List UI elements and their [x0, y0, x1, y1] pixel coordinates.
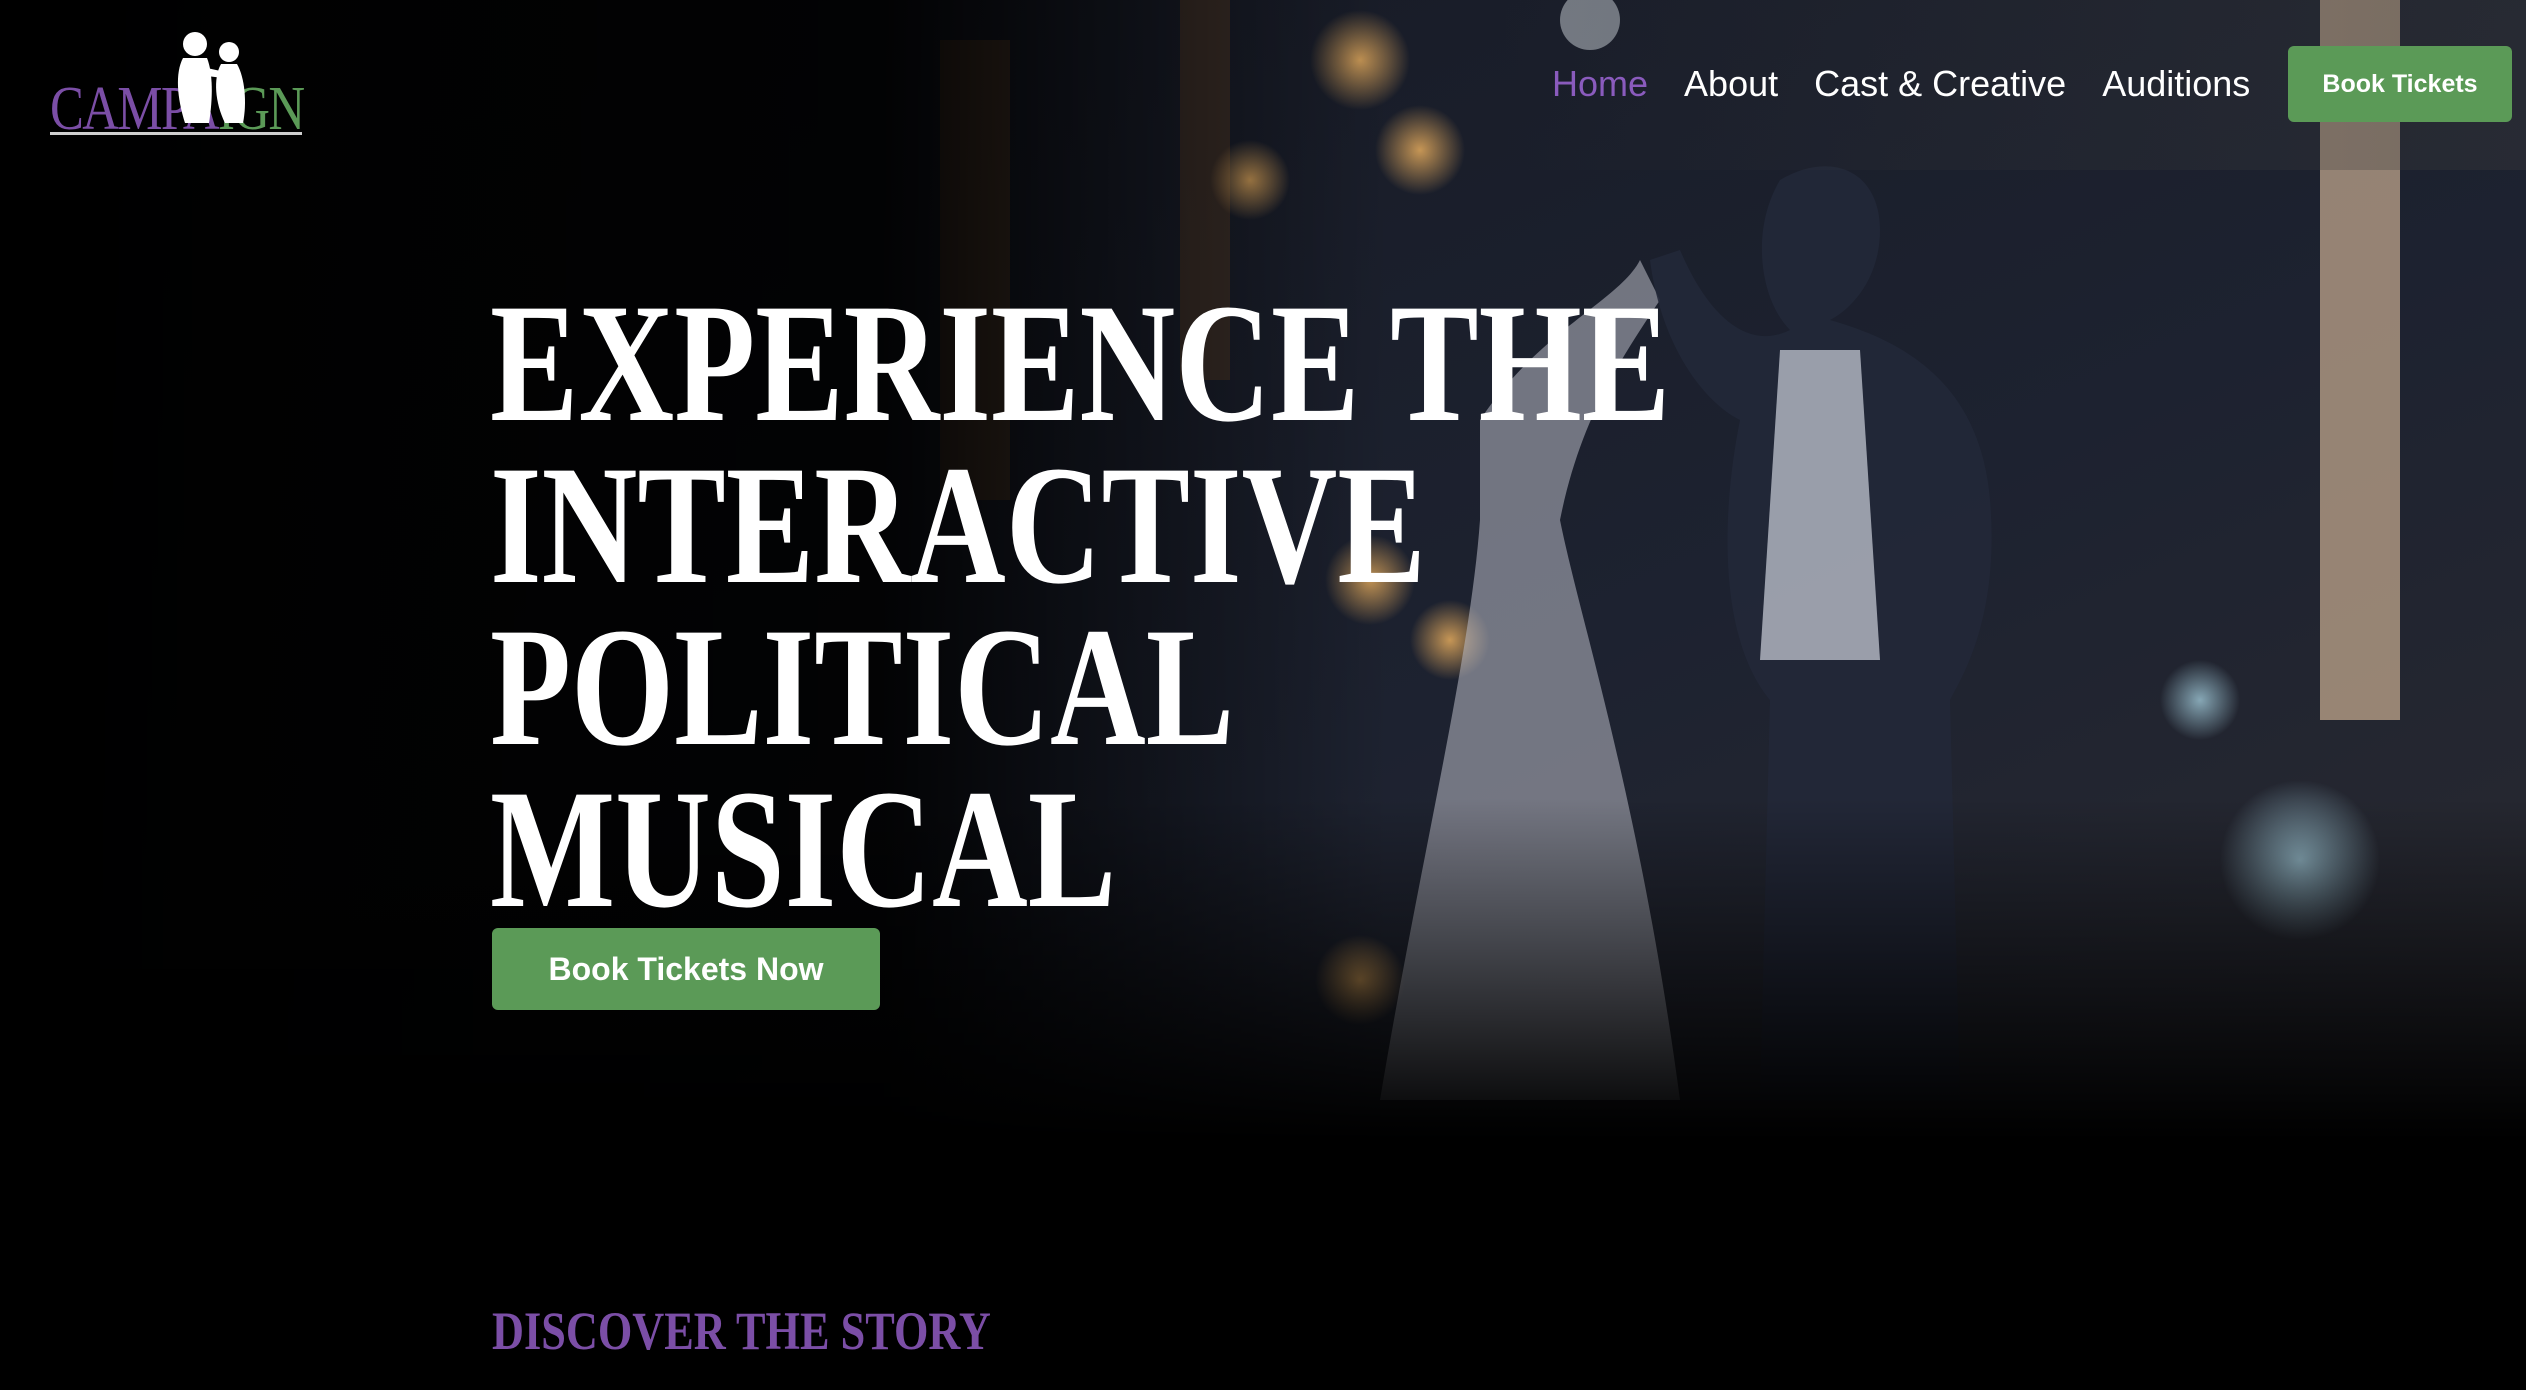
headline-line-1: EXPERIENCE THE: [490, 269, 1671, 457]
headline-line-4: MUSICAL: [490, 755, 1117, 943]
headline-line-3: POLITICAL: [490, 593, 1235, 781]
hero-headline: EXPERIENCE THE INTERACTIVE POLITICAL MUS…: [490, 269, 1690, 943]
nav-home[interactable]: Home: [1552, 62, 1648, 106]
main-nav: Home About Cast & Creative Auditions: [1552, 62, 2286, 106]
logo-underline: [50, 132, 302, 135]
headline-line-2: INTERACTIVE: [490, 431, 1426, 619]
book-tickets-now-button[interactable]: Book Tickets Now: [492, 928, 880, 1010]
couple-silhouette-icon: [155, 28, 265, 138]
site-header: CAMPAIGN Home About Cast & Creative Audi…: [0, 0, 2526, 170]
section-title: DISCOVER THE STORY: [492, 1301, 991, 1361]
nav-auditions[interactable]: Auditions: [2102, 62, 2250, 106]
nav-about[interactable]: About: [1684, 62, 1778, 106]
site-logo[interactable]: CAMPAIGN: [50, 28, 306, 143]
book-tickets-button[interactable]: Book Tickets: [2288, 46, 2512, 122]
nav-cast-creative[interactable]: Cast & Creative: [1814, 62, 2066, 106]
